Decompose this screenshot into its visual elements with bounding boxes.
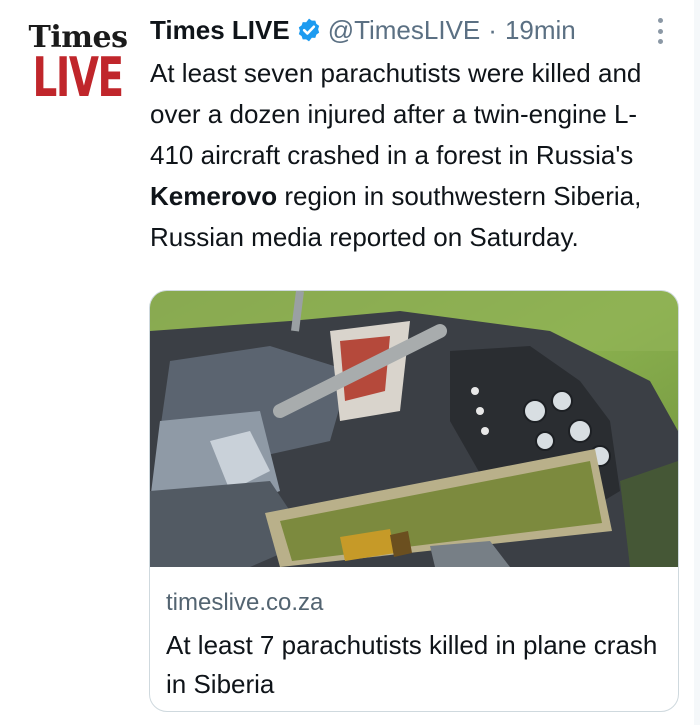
scrollbar[interactable] bbox=[694, 0, 700, 725]
more-dot bbox=[657, 28, 663, 34]
more-dot bbox=[657, 39, 663, 44]
tweet-text: At least seven parachutists were killed … bbox=[150, 53, 670, 258]
tweet-timestamp[interactable]: 19min bbox=[505, 15, 576, 46]
verified-badge-icon bbox=[298, 18, 319, 42]
tweet-hashtag-bold: Kemerovo bbox=[150, 181, 278, 211]
card-domain[interactable]: timeslive.co.za bbox=[166, 589, 323, 617]
separator-dot: · bbox=[488, 14, 497, 45]
avatar[interactable]: Times LIVE bbox=[26, 22, 130, 122]
author-name[interactable]: Times LIVE bbox=[150, 15, 290, 46]
author-handle[interactable]: @TimesLIVE bbox=[328, 15, 481, 46]
link-card[interactable]: timeslive.co.za At least 7 parachutists … bbox=[149, 290, 679, 712]
more-vertical-icon[interactable] bbox=[656, 18, 664, 44]
avatar-logo-live: LIVE bbox=[32, 46, 125, 109]
more-dot bbox=[657, 18, 663, 23]
card-title[interactable]: At least 7 parachutists killed in plane … bbox=[166, 626, 666, 704]
card-image[interactable] bbox=[150, 291, 678, 567]
tweet-text-start: At least seven parachutists were killed … bbox=[150, 58, 642, 170]
tweet-header: Times LIVE @TimesLIVE · 19min bbox=[150, 12, 576, 48]
